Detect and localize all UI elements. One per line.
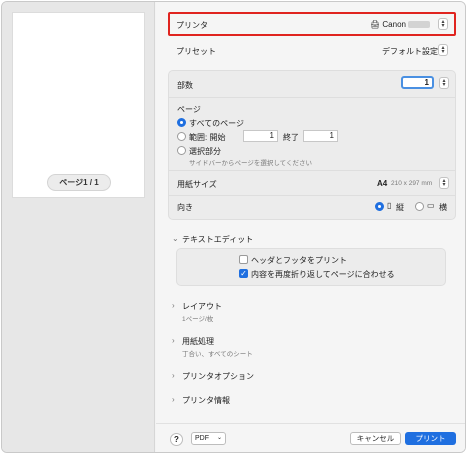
preset-dropdown-arrows-icon[interactable]: ▴ ▾ xyxy=(438,44,448,56)
page-range-label: 範囲: 開始 xyxy=(189,133,226,142)
preset-select[interactable]: デフォルト設定 xyxy=(382,46,438,57)
help-button[interactable]: ? xyxy=(170,433,183,446)
chevron-down-icon[interactable]: ⌄ xyxy=(172,234,179,243)
printer-info-section-title[interactable]: プリンタ情報 xyxy=(182,395,230,406)
divider xyxy=(169,170,455,171)
textedit-section-title[interactable]: テキストエディット xyxy=(182,234,253,245)
printer-icon: 🖨 xyxy=(370,20,381,29)
chevron-right-icon[interactable]: › xyxy=(172,336,175,345)
layout-section-title[interactable]: レイアウト xyxy=(182,301,222,312)
paper-size-value[interactable]: A4 xyxy=(377,179,387,188)
preview-sidebar: ページ1 / 1 xyxy=(2,2,155,452)
range-to-label: 終了 xyxy=(283,133,299,142)
chevron-right-icon[interactable]: › xyxy=(172,395,175,404)
selection-radio[interactable] xyxy=(177,146,186,155)
print-settings-card: 部数 1 ▴ ▾ ページ すべてのページ 範囲: 開始 1 終了 1 選択部分 サ… xyxy=(168,70,456,220)
chevron-right-icon[interactable]: › xyxy=(172,301,175,310)
printer-select[interactable]: 🖨 Canon xyxy=(370,20,430,29)
printer-options-section-title[interactable]: プリンタオプション xyxy=(182,371,254,382)
settings-pane: プリンタ 🖨 Canon ▴ ▾ プリセット デフォルト設定 ▴ ▾ 部数 1 ▴ ▾… xyxy=(156,2,465,452)
page-range-radio[interactable] xyxy=(177,132,186,141)
header-footer-label: ヘッダとフッタをプリント xyxy=(251,256,347,265)
range-to-input[interactable]: 1 xyxy=(303,130,338,142)
printer-value: Canon xyxy=(382,20,406,29)
rewrap-checkbox[interactable]: ✓ xyxy=(239,269,248,278)
portrait-radio[interactable] xyxy=(375,202,384,211)
all-pages-radio[interactable] xyxy=(177,118,186,127)
copies-label: 部数 xyxy=(177,81,193,90)
copies-input[interactable]: 1 xyxy=(401,76,434,89)
printer-label: プリンタ xyxy=(176,21,208,30)
portrait-icon: ▯ xyxy=(387,201,392,210)
paper-handling-summary: 丁合い、すべてのシート xyxy=(182,351,253,358)
paper-size-dropdown-arrows-icon[interactable]: ▴ ▾ xyxy=(439,177,449,189)
page-preview-thumbnail[interactable] xyxy=(12,12,145,198)
dialog-footer: ? PDF ⌄ キャンセル プリント xyxy=(156,423,465,452)
preset-label: プリセット xyxy=(176,47,216,56)
all-pages-label: すべてのページ xyxy=(189,119,244,128)
divider xyxy=(169,195,455,196)
landscape-icon: ▭ xyxy=(427,201,435,210)
range-from-input[interactable]: 1 xyxy=(243,130,278,142)
header-footer-checkbox[interactable] xyxy=(239,255,248,264)
paper-size-dimensions: 210 x 297 mm xyxy=(391,180,433,187)
portrait-label: 縦 xyxy=(396,203,404,212)
page-indicator: ページ1 / 1 xyxy=(47,174,111,191)
divider xyxy=(169,97,455,98)
paper-size-label: 用紙サイズ xyxy=(177,180,217,189)
pdf-menu-button[interactable]: PDF ⌄ xyxy=(191,432,226,445)
print-button[interactable]: プリント xyxy=(405,432,456,445)
pdf-label: PDF xyxy=(195,435,209,442)
paper-handling-section-title[interactable]: 用紙処理 xyxy=(182,336,214,347)
copies-stepper-icon[interactable]: ▴ ▾ xyxy=(439,77,449,89)
print-dialog: ページ1 / 1 プリンタ 🖨 Canon ▴ ▾ プリセット デフォルト設定 ▴… xyxy=(1,1,466,453)
landscape-label: 横 xyxy=(439,203,447,212)
chevron-right-icon[interactable]: › xyxy=(172,371,175,380)
textedit-options-card: ヘッダとフッタをプリント ✓ 内容を再度折り返してページに合わせる xyxy=(176,248,446,286)
pages-label: ページ xyxy=(177,105,201,114)
rewrap-label: 内容を再度折り返してページに合わせる xyxy=(251,270,395,279)
selection-hint: サイドバーからページを選択してください xyxy=(189,160,312,167)
printer-dropdown-arrows-icon[interactable]: ▴ ▾ xyxy=(438,18,448,30)
selection-label: 選択部分 xyxy=(189,147,221,156)
landscape-radio[interactable] xyxy=(415,202,424,211)
chevron-down-icon: ⌄ xyxy=(216,435,222,441)
cancel-button[interactable]: キャンセル xyxy=(350,432,401,445)
orientation-label: 向き xyxy=(177,203,193,212)
redacted-printer-name xyxy=(407,21,430,29)
layout-summary: 1ページ/枚 xyxy=(182,316,214,323)
